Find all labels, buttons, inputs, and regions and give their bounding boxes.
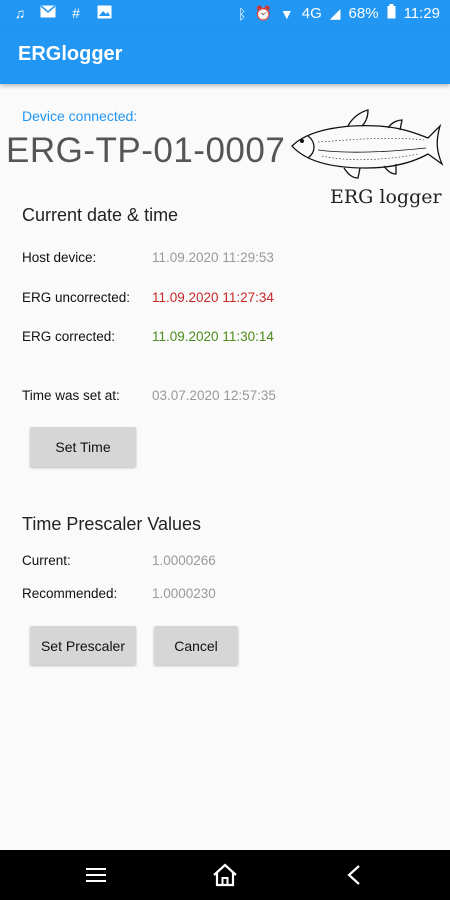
battery-icon [387,4,396,23]
bluetooth-icon: ᛒ [238,5,247,22]
prescaler-section-title: Time Prescaler Values [22,514,202,534]
erg-corrected-label: ERG corrected: [22,329,116,344]
erg-uncorrected-value: 11.09.2020 11:27:34 [152,290,274,305]
back-icon[interactable] [324,850,384,900]
prescaler-recommended-value: 1.0000230 [152,586,216,601]
network-type: 4G [301,5,322,22]
app-bar: ERGlogger [0,28,450,84]
erg-uncorrected-label: ERG uncorrected: [22,290,131,305]
set-prescaler-button[interactable]: Set Prescaler [30,626,136,665]
prescaler-current-value: 1.0000266 [152,553,216,568]
prescaler-recommended-label: Recommended: [22,586,118,601]
erg-corrected-value: 11.09.2020 11:30:14 [152,329,274,344]
wifi-icon: ▼ [279,5,294,22]
status-time: 11:29 [403,5,440,22]
alarm-icon: ⏰ [254,5,272,21]
prescaler-current-label: Current: [22,553,71,568]
battery-level: 68% [348,5,379,22]
mail-icon [40,5,56,21]
host-device-value: 11.09.2020 11:29:53 [152,250,274,265]
app-title: ERGlogger [18,43,123,65]
logo-text: ERG logger [330,186,442,208]
navigation-bar [0,850,450,900]
time-set-at-value: 03.07.2020 12:57:35 [152,388,276,403]
signal-icon: ◢ [329,5,341,21]
status-bar: ♫ # ᛒ ⏰ ▼ 4G ◢ 68% 11:29 [0,0,450,28]
set-time-button[interactable]: Set Time [30,427,136,467]
device-id: ERG-TP-01-0007 [6,131,286,170]
device-connected-label: Device connected: [22,108,138,124]
home-icon[interactable] [195,850,255,900]
music-note-icon: ♫ [14,5,26,21]
image-icon [96,5,112,21]
datetime-section-title: Current date & time [22,205,179,225]
host-device-label: Host device: [22,250,97,265]
slack-icon: # [72,5,80,21]
menu-icon[interactable] [66,850,126,900]
time-set-at-label: Time was set at: [22,388,120,403]
cancel-button[interactable]: Cancel [154,626,238,665]
